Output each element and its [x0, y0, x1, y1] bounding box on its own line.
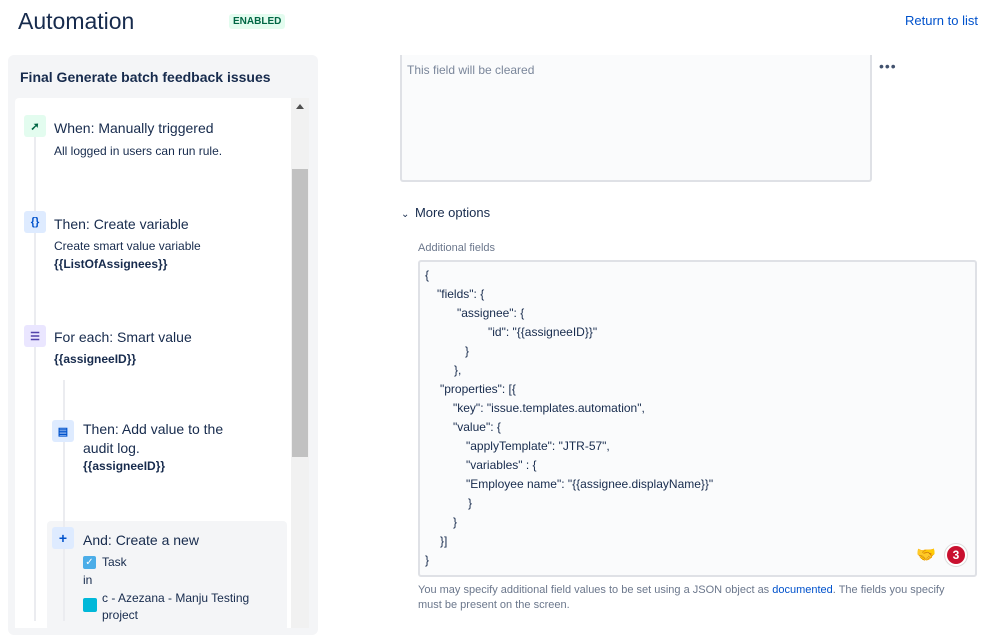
code-line: } [468, 496, 473, 510]
more-options-label: More options [414, 205, 491, 220]
code-line: "fields": { [437, 287, 485, 301]
chevron-down-icon: ⌄ [401, 209, 415, 220]
code-line: "key": "issue.templates.automation", [453, 401, 645, 415]
notification-count: 3 [947, 546, 965, 564]
code-line: "Employee name": "{{assignee.displayName… [466, 477, 714, 491]
log-icon: ▤ [52, 420, 74, 442]
notification-count-badge[interactable]: 3 [944, 543, 968, 567]
scrollbar-thumb[interactable] [292, 169, 308, 457]
documented-link[interactable]: documented [772, 584, 833, 596]
additional-fields-label: Additional fields [418, 242, 496, 254]
cleared-field-placeholder: This field will be cleared [407, 63, 535, 77]
code-line: } [465, 344, 470, 358]
step-subtitle: Create smart value variable [54, 239, 201, 253]
code-line: { [425, 268, 430, 282]
step-subtitle: All logged in users can run rule. [54, 144, 223, 158]
code-line: "value": { [453, 420, 501, 434]
help-text-start: You may specify additional field values … [418, 584, 773, 596]
step-title-cont[interactable]: audit log. [83, 440, 140, 456]
page-title: Automation [18, 8, 135, 34]
code-line: "variables" : { [466, 458, 537, 472]
cursor-click-icon: ➚ [24, 115, 46, 137]
code-line: "id": "{{assigneeID}}" [488, 325, 598, 339]
task-checkbox-icon: ✓ [83, 556, 96, 569]
nested-flow-line [63, 380, 65, 621]
code-line: } [425, 553, 430, 567]
code-line: }] [440, 534, 448, 548]
project-name: c - Azezana - Manju Testing [102, 591, 250, 605]
code-line: }, [454, 363, 462, 377]
code-line: "applyTemplate": "JTR-57", [466, 439, 610, 453]
status-badge: ENABLED [229, 14, 286, 29]
project-name-cont: project [102, 608, 139, 622]
list-icon: ☰ [24, 325, 46, 347]
code-line: "properties": [{ [440, 382, 516, 396]
step-title[interactable]: Then: Create variable [54, 216, 189, 232]
more-options-toggle[interactable]: ⌄ More options [401, 205, 490, 220]
issue-type: Task [102, 555, 127, 569]
step-value: {{assigneeID}} [54, 352, 137, 366]
braces-icon: {} [24, 211, 46, 233]
step-value: {{ListOfAssignees}} [54, 257, 168, 271]
scroll-up-arrow-icon[interactable] [296, 104, 304, 109]
step-title[interactable]: When: Manually triggered [54, 120, 214, 136]
rule-name: Final Generate batch feedback issues [20, 69, 271, 85]
code-line: "assignee": { [457, 306, 525, 320]
plus-icon: + [52, 527, 74, 549]
step-value: {{assigneeID}} [83, 459, 166, 473]
help-text: You may specify additional field values … [418, 583, 963, 613]
flow-line [34, 137, 36, 621]
handshake-emoji-icon[interactable]: 🤝 [916, 545, 936, 565]
more-actions-button[interactable]: ••• [879, 58, 897, 74]
step-title[interactable]: For each: Smart value [54, 329, 192, 345]
step-title[interactable]: Then: Add value to the [83, 421, 223, 437]
in-label: in [83, 573, 93, 587]
project-avatar-icon [83, 598, 97, 612]
code-line: } [453, 515, 458, 529]
step-title[interactable]: And: Create a new [83, 532, 199, 548]
return-to-list-link[interactable]: Return to list [905, 13, 978, 28]
